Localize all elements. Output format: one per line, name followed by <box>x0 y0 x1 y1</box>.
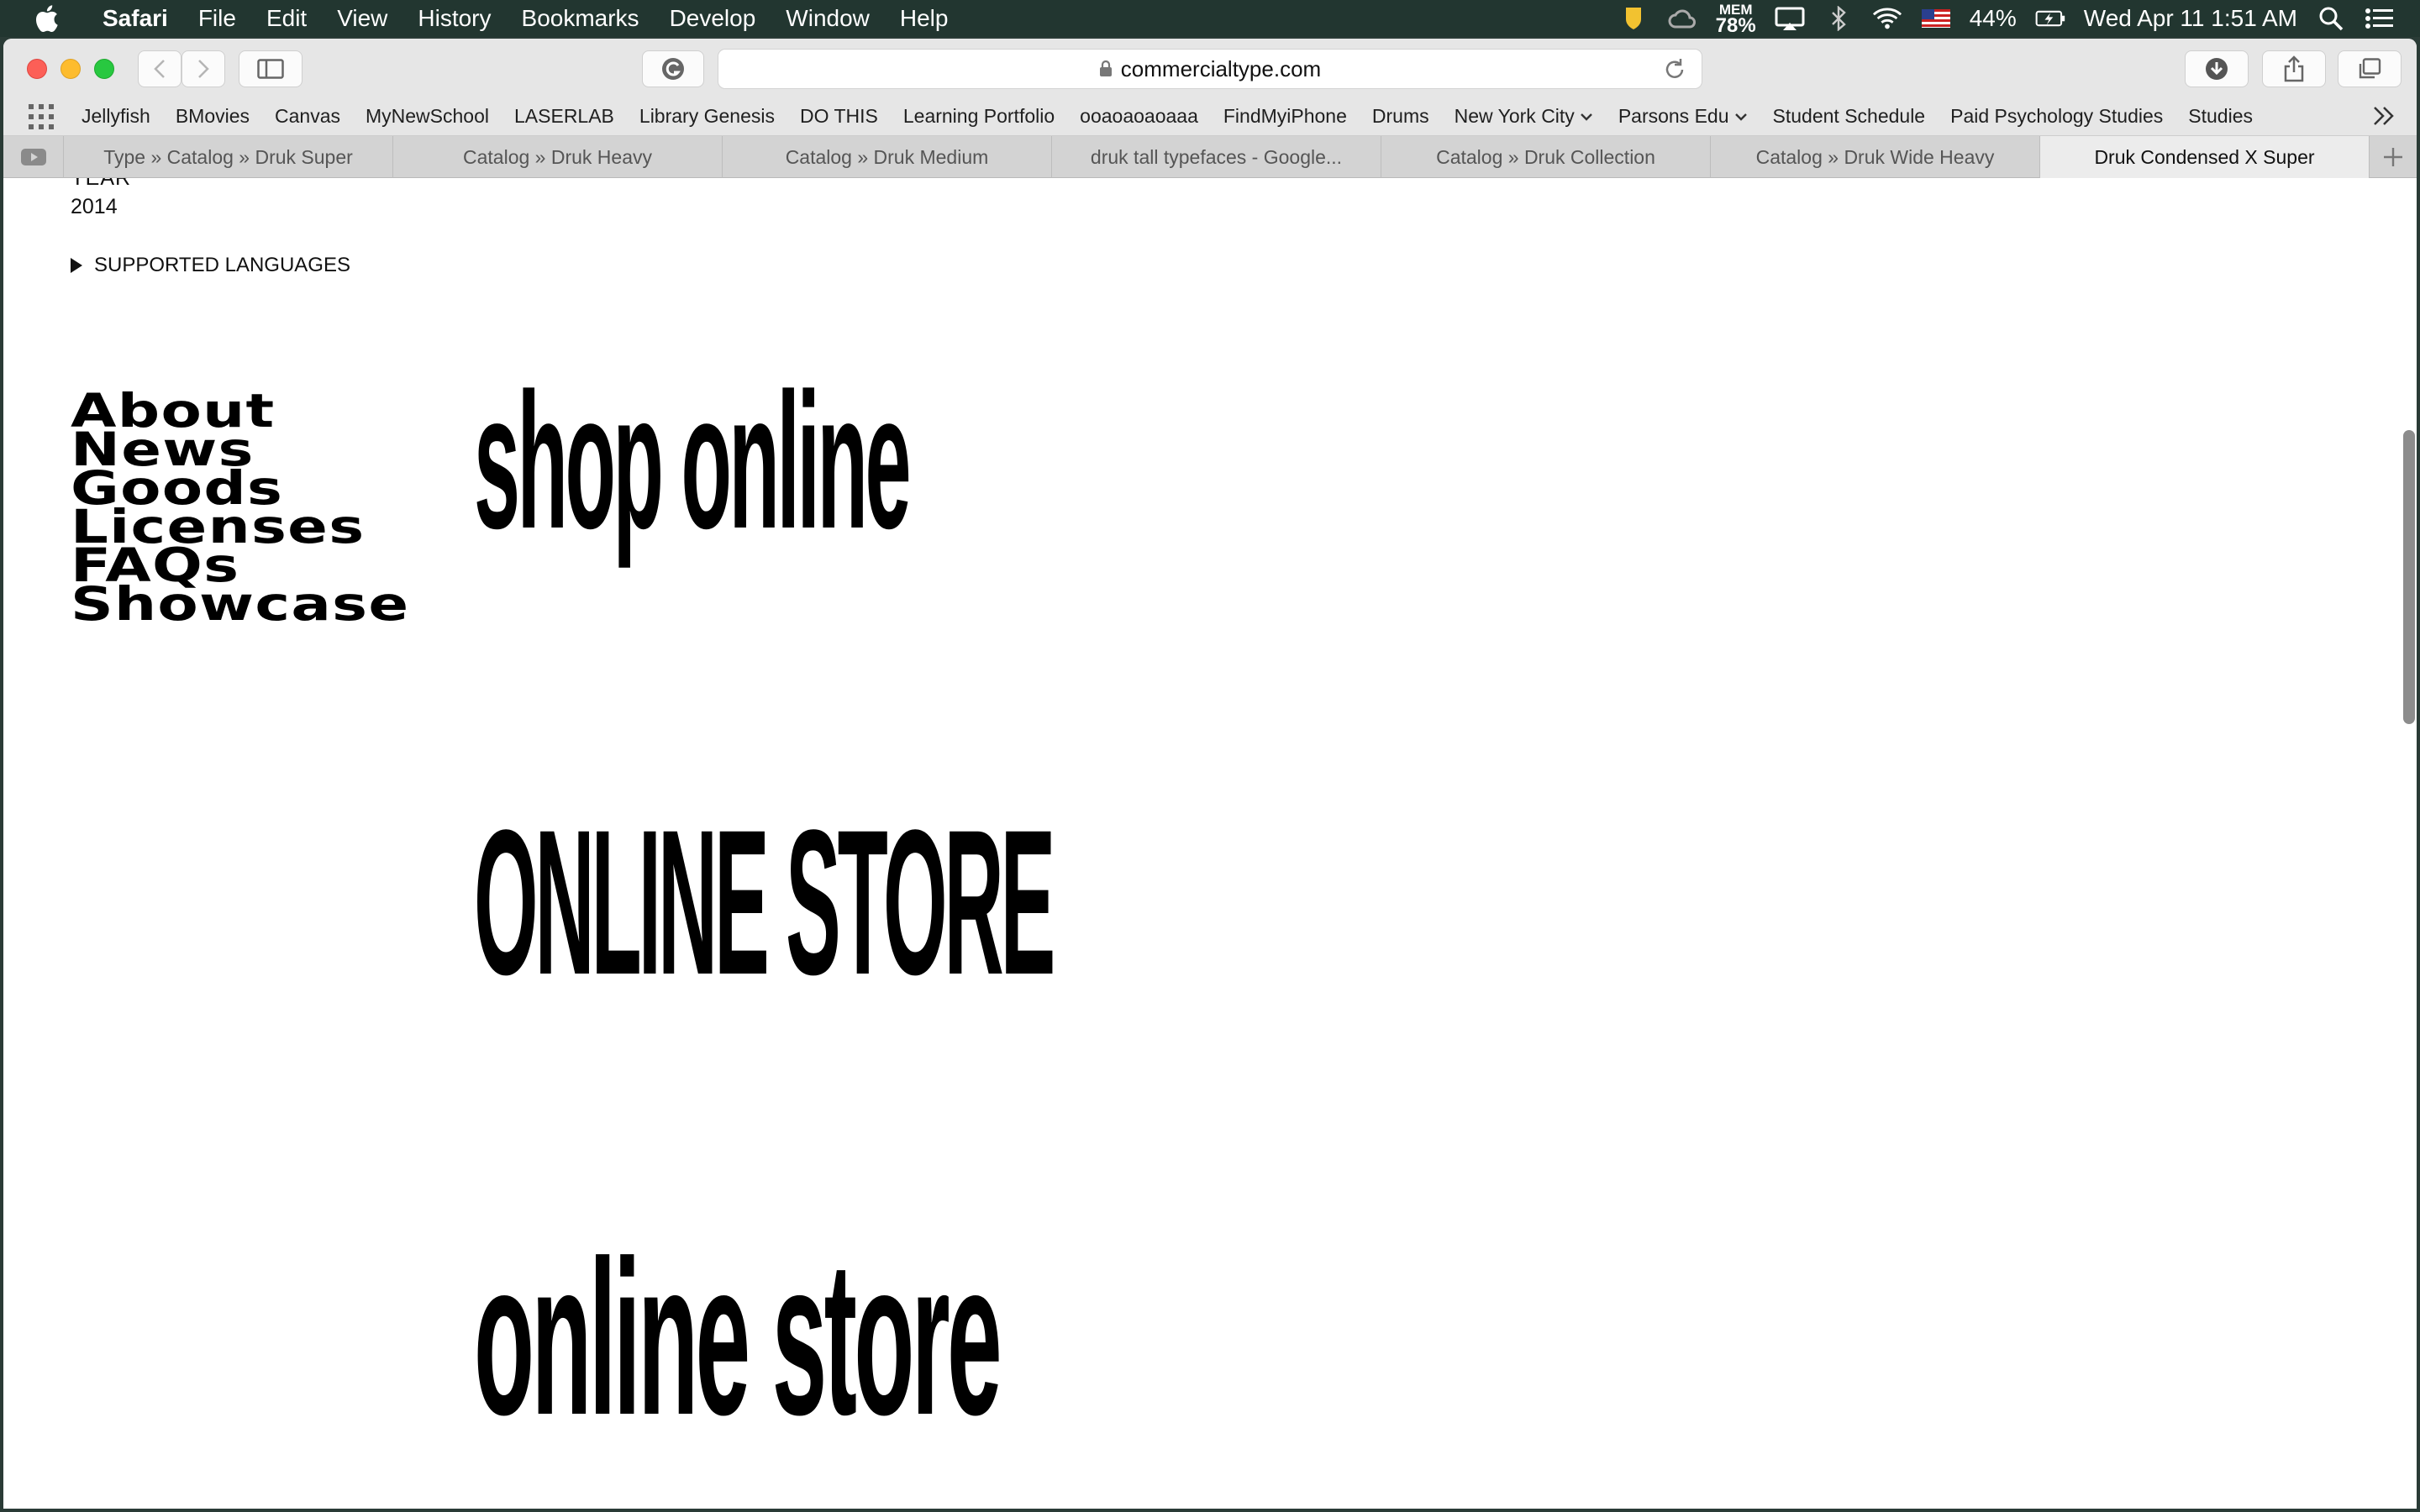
web-page: YEAR 2014 SUPPORTED LANGUAGES About News… <box>3 178 2417 1509</box>
chevron-down-icon <box>1580 113 1592 121</box>
downloads-button[interactable] <box>2185 50 2249 87</box>
creative-cloud-icon[interactable] <box>1667 6 1697 31</box>
share-button[interactable] <box>2262 50 2326 87</box>
tab-google-search[interactable]: druk tall typefaces - Google... <box>1052 136 1381 178</box>
apple-menu-icon[interactable] <box>30 3 62 34</box>
reload-icon[interactable] <box>1663 56 1686 81</box>
bookmark-item[interactable]: Jellyfish <box>69 105 163 128</box>
menu-develop[interactable]: Develop <box>655 0 771 37</box>
specimen-text: online store <box>474 1215 1002 1461</box>
apps-grid-icon[interactable] <box>27 102 55 131</box>
specimen-text: shop online <box>474 353 912 569</box>
us-flag-icon[interactable] <box>1921 6 1951 31</box>
menu-file[interactable]: File <box>183 0 251 37</box>
tab-druk-heavy[interactable]: Catalog » Druk Heavy <box>393 136 723 178</box>
spotlight-search-icon[interactable] <box>2316 6 2346 31</box>
more-bookmarks-icon[interactable] <box>2371 104 2396 128</box>
chevron-left-icon <box>154 60 165 78</box>
menu-edit[interactable]: Edit <box>251 0 322 37</box>
nav-showcase[interactable]: Showcase <box>71 581 409 627</box>
bookmark-item[interactable]: FindMyiPhone <box>1211 105 1360 128</box>
wifi-icon[interactable] <box>1872 6 1902 31</box>
sidebar-toggle-button[interactable] <box>239 50 302 87</box>
tab-druk-wide-heavy[interactable]: Catalog » Druk Wide Heavy <box>1711 136 2040 178</box>
lock-icon <box>1099 60 1112 76</box>
clock[interactable]: Wed Apr 11 1:51 AM <box>2084 5 2297 32</box>
site-nav: About News Goods Licenses FAQs Showcase <box>71 388 408 627</box>
chevron-down-icon <box>1734 113 1747 121</box>
bookmark-folder[interactable]: New York City <box>1442 105 1606 128</box>
address-bar[interactable]: commercialtype.com <box>718 49 1702 89</box>
close-window-button[interactable] <box>27 59 47 79</box>
year-value: 2014 <box>71 195 118 218</box>
grammarly-icon <box>662 58 684 80</box>
tab-bar: Type » Catalog » Druk Super Catalog » Dr… <box>3 136 2417 178</box>
video-icon <box>20 149 46 165</box>
forward-button[interactable] <box>182 50 225 87</box>
safari-window: commercialtype.com Jellyfish BMovies Can… <box>3 39 2417 1509</box>
year-label: YEAR <box>71 178 132 190</box>
sidebar-icon <box>257 59 284 79</box>
bookmark-folder[interactable]: Parsons Edu <box>1606 105 1760 128</box>
menu-bar: Safari File Edit View History Bookmarks … <box>0 0 2420 37</box>
tabs-overview-icon <box>2359 58 2381 79</box>
bookmark-item[interactable]: DO THIS <box>787 105 891 128</box>
battery-charging-icon[interactable] <box>2035 6 2065 31</box>
tab-druk-condensed-x-super[interactable]: Druk Condensed X Super <box>2040 136 2370 178</box>
bluetooth-icon[interactable] <box>1823 6 1854 31</box>
tab-media-indicator[interactable] <box>3 136 64 178</box>
share-icon <box>2284 55 2304 82</box>
url-text: commercialtype.com <box>1120 55 1322 81</box>
zoom-window-button[interactable] <box>94 59 114 79</box>
battery-percent[interactable]: 44% <box>1970 5 2017 32</box>
tab-druk-super[interactable]: Type » Catalog » Druk Super <box>64 136 393 178</box>
bookmark-folder-label: Parsons Edu <box>1618 105 1729 127</box>
bookmark-item[interactable]: Learning Portfolio <box>891 105 1067 128</box>
tab-druk-medium[interactable]: Catalog » Druk Medium <box>723 136 1052 178</box>
plus-icon <box>2384 147 2402 166</box>
bookmark-item[interactable]: MyNewSchool <box>353 105 502 128</box>
bookmark-item[interactable]: Paid Psychology Studies <box>1938 105 2175 128</box>
download-icon <box>2206 58 2228 80</box>
bookmark-item[interactable]: ooaoaoaoaaa <box>1067 105 1211 128</box>
supported-languages-label: SUPPORTED LANGUAGES <box>94 254 350 276</box>
menu-bookmarks[interactable]: Bookmarks <box>507 0 655 37</box>
chevron-right-icon <box>198 60 209 78</box>
specimen-text: ONLINE STORE <box>474 787 1055 1018</box>
bookmark-folder-label: New York City <box>1454 105 1575 127</box>
menu-view[interactable]: View <box>322 0 402 37</box>
new-tab-button[interactable] <box>2370 136 2417 177</box>
tab-druk-collection[interactable]: Catalog » Druk Collection <box>1381 136 1711 178</box>
disclosure-triangle-icon <box>71 258 82 273</box>
bookmark-item[interactable]: Drums <box>1360 105 1442 128</box>
memory-value: 78% <box>1715 13 1756 37</box>
grammarly-extension-button[interactable] <box>642 50 704 87</box>
bookmark-item[interactable]: Library Genesis <box>627 105 787 128</box>
show-tabs-button[interactable] <box>2338 50 2402 87</box>
toolbar: commercialtype.com <box>3 39 2417 97</box>
bookmark-item[interactable]: LASERLAB <box>502 105 627 128</box>
bookmark-item[interactable]: BMovies <box>163 105 262 128</box>
shield-icon[interactable] <box>1618 6 1649 31</box>
vertical-scrollbar[interactable] <box>2403 430 2415 724</box>
bookmark-item[interactable]: Student Schedule <box>1760 105 1939 128</box>
favorites-bar: Jellyfish BMovies Canvas MyNewSchool LAS… <box>3 97 2417 136</box>
menu-app-safari[interactable]: Safari <box>87 0 183 37</box>
notification-center-icon[interactable] <box>2365 6 2395 31</box>
menu-window[interactable]: Window <box>771 0 885 37</box>
back-button[interactable] <box>138 50 182 87</box>
airplay-icon[interactable] <box>1775 6 1805 31</box>
bookmark-item[interactable]: Studies <box>2175 105 2265 128</box>
minimize-window-button[interactable] <box>60 59 81 79</box>
supported-languages-toggle[interactable]: SUPPORTED LANGUAGES <box>71 254 350 277</box>
menu-help[interactable]: Help <box>885 0 964 37</box>
memory-indicator[interactable]: MEM 78% <box>1715 3 1756 37</box>
menu-history[interactable]: History <box>402 0 506 37</box>
bookmark-item[interactable]: Canvas <box>262 105 353 128</box>
